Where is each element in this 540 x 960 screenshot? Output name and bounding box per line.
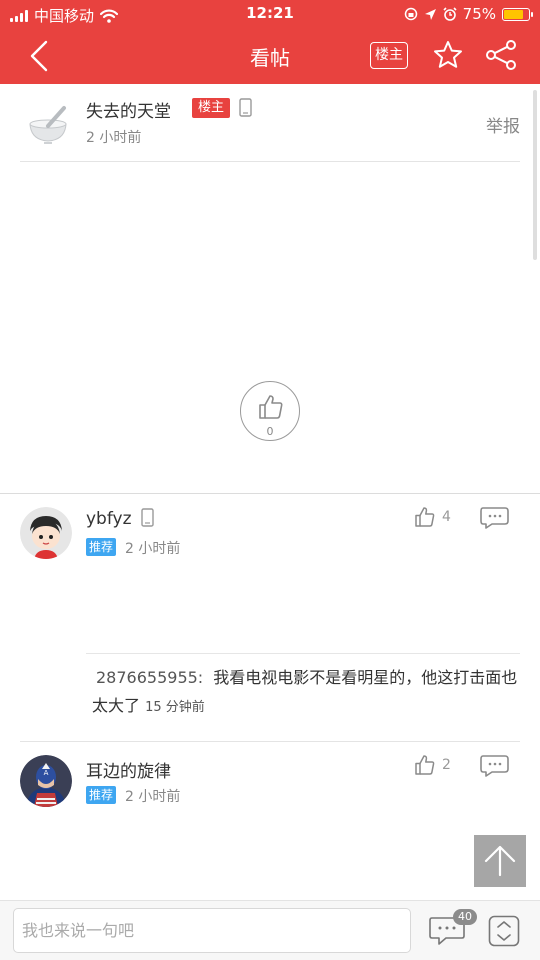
scrollbar[interactable] — [533, 90, 537, 260]
author-avatar[interactable] — [26, 102, 70, 146]
reply-icon[interactable] — [480, 754, 510, 778]
comment-like-count: 2 — [442, 757, 451, 773]
commenter-avatar[interactable] — [20, 507, 72, 559]
comment-item: A 耳边的旋律 推荐 2 小时前 2 — [0, 742, 540, 862]
page-nav-icon[interactable] — [488, 915, 520, 947]
comment-time: 2 小时前 — [125, 789, 181, 805]
report-button[interactable]: 举报 — [486, 112, 520, 137]
rotation-lock-icon — [404, 7, 417, 21]
commenter-name[interactable]: 耳边的旋律 — [86, 757, 171, 782]
comment-like-icon[interactable] — [414, 506, 436, 528]
reply-icon[interactable] — [480, 506, 510, 530]
post-like-count: 0 — [266, 425, 274, 438]
location-icon — [424, 8, 436, 20]
comment-input[interactable] — [13, 908, 411, 953]
mobile-device-icon — [239, 98, 252, 117]
post-like-button[interactable]: 0 — [240, 381, 300, 441]
battery-icon — [502, 7, 533, 21]
comment-like-icon[interactable] — [414, 754, 436, 776]
comment-count-badge: 40 — [453, 909, 477, 925]
arrow-up-icon — [484, 845, 516, 877]
post-header: 失去的天堂 楼主 2 小时前 举报 — [0, 84, 540, 162]
reply-item[interactable]: 2876655955: 我看电视电影不是看明星的，他这打击面也太大了 15 分钟前 — [86, 653, 520, 718]
thumbs-up-icon — [259, 395, 283, 419]
reply-user[interactable]: 2876655955: — [96, 668, 203, 687]
commenter-avatar[interactable]: A — [20, 755, 72, 807]
owner-only-button[interactable]: 楼主 — [370, 42, 408, 69]
alarm-icon — [443, 7, 457, 21]
reply-time: 15 分钟前 — [145, 700, 205, 715]
recommend-badge: 推荐 — [86, 538, 116, 556]
recommend-badge: 推荐 — [86, 786, 116, 804]
owner-badge: 楼主 — [192, 98, 230, 118]
reply-content: 2876655955: 我看电视电影不是看明星的，他这打击面也太大了 15 分钟前 — [92, 664, 520, 722]
svg-text:A: A — [44, 769, 49, 777]
share-icon[interactable] — [484, 39, 518, 71]
commenter-name[interactable]: ybfyz — [86, 509, 132, 529]
bottom-bar: 40 — [0, 900, 540, 960]
header-divider — [20, 161, 520, 162]
nav-bar: 看帖 楼主 — [0, 28, 540, 84]
comment-like-count: 4 — [442, 509, 451, 525]
mobile-device-icon — [141, 508, 154, 527]
status-right: 75% — [404, 5, 533, 23]
status-bar: 中国移动 12:21 75% — [0, 0, 540, 28]
post-author-name[interactable]: 失去的天堂 — [86, 97, 171, 122]
battery-percent: 75% — [462, 5, 496, 23]
star-icon[interactable] — [432, 39, 464, 71]
post-time: 2 小时前 — [86, 130, 142, 146]
screen: 中国移动 12:21 75% 看帖 楼主 失去的天堂 楼主 2 小时前 举报 0… — [0, 0, 540, 960]
scroll-to-top-button[interactable] — [474, 835, 526, 887]
comment-time: 2 小时前 — [125, 541, 181, 557]
